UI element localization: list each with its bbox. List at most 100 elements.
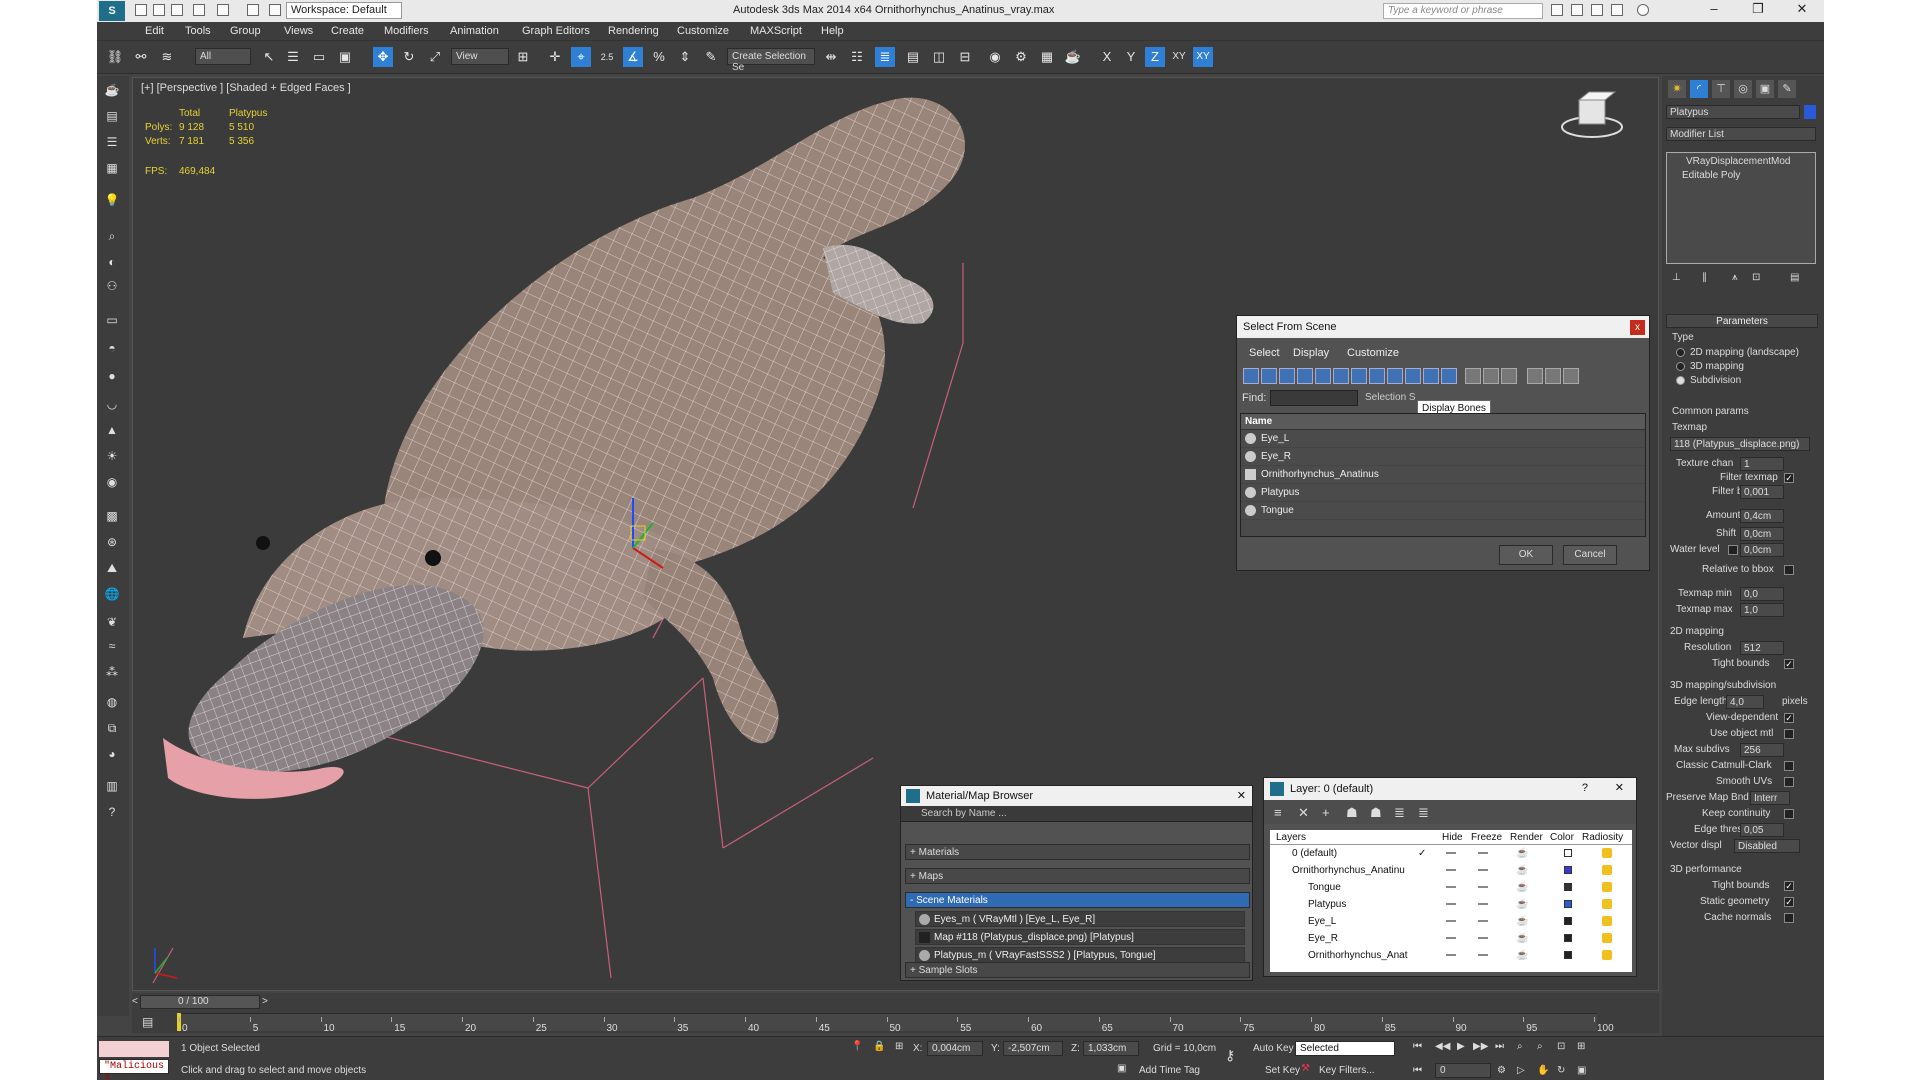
menu-customize[interactable]: Customize xyxy=(1347,347,1399,359)
spinner-snap-icon[interactable]: ⇕ xyxy=(675,47,695,67)
teapot-icon[interactable]: ☕ xyxy=(102,80,122,100)
layer-color-swatch[interactable] xyxy=(1564,917,1572,925)
go-to-end-icon[interactable]: ⏭ xyxy=(1495,1041,1504,1052)
table-row[interactable]: Ornithorhynchus_Anat ☕ xyxy=(1270,947,1632,964)
menu-display[interactable]: Display xyxy=(1293,347,1329,359)
pan-icon[interactable]: ✋ xyxy=(1537,1065,1549,1076)
display-hidden-icon[interactable] xyxy=(1441,368,1457,384)
menu-graph-editors[interactable]: Graph Editors xyxy=(522,25,590,37)
ref-coord-dropdown[interactable]: View xyxy=(451,48,509,65)
display-helpers-icon[interactable] xyxy=(1315,368,1331,384)
col-radiosity[interactable]: Radiosity xyxy=(1582,832,1623,843)
table-row[interactable]: 0 (default) ✓ ☕ xyxy=(1270,845,1632,862)
dialog-close-button[interactable]: x xyxy=(1630,320,1645,335)
radiosity-icon[interactable] xyxy=(1602,950,1612,960)
redo-icon[interactable] xyxy=(217,4,229,16)
max-subdivs-field[interactable]: 256 xyxy=(1740,743,1784,757)
object-color-swatch[interactable] xyxy=(1804,105,1816,119)
undo-icon[interactable] xyxy=(193,4,205,16)
display-cameras-icon[interactable] xyxy=(1297,368,1313,384)
hide-toggle[interactable] xyxy=(1446,937,1456,939)
material-item[interactable]: Eyes_m ( VRayMtl ) [Eye_L, Eye_R] xyxy=(915,911,1245,927)
pin-stack-icon[interactable]: ⊥ xyxy=(1672,272,1681,283)
named-selection-dropdown[interactable]: Create Selection Se xyxy=(727,48,815,73)
freeze-toggle[interactable] xyxy=(1478,920,1488,922)
angle-snap-icon[interactable]: ∡ xyxy=(623,47,643,67)
curve-editor-icon[interactable]: ◫ xyxy=(929,47,949,67)
hierarchy-tab-icon[interactable]: ⊤ xyxy=(1712,80,1730,98)
axis-xy-button[interactable]: XY xyxy=(1169,47,1189,67)
hide-toggle[interactable] xyxy=(1446,920,1456,922)
type-subdivision-radio[interactable] xyxy=(1676,376,1685,385)
layer-close-icon[interactable]: ✕ xyxy=(1615,781,1624,794)
pyramid-icon[interactable]: ⛰ xyxy=(102,558,122,578)
menu-group[interactable]: Group xyxy=(230,25,261,37)
layer-color-swatch[interactable] xyxy=(1564,934,1572,942)
key-icon[interactable]: ⚷ xyxy=(1225,1047,1235,1064)
grid-icon[interactable]: ▩ xyxy=(102,506,122,526)
axis-x-button[interactable]: X xyxy=(1097,47,1117,67)
ok-button[interactable]: OK xyxy=(1499,545,1553,565)
new-file-icon[interactable] xyxy=(135,4,147,16)
use-object-mtl-checkbox[interactable] xyxy=(1784,729,1794,739)
col-freeze[interactable]: Freeze xyxy=(1471,832,1502,843)
hide-toggle[interactable] xyxy=(1446,954,1456,956)
key-filters-button[interactable]: Key Filters... xyxy=(1319,1065,1375,1076)
table-icon[interactable]: ▦ xyxy=(102,158,122,178)
hide-toggle[interactable] xyxy=(1446,869,1456,871)
menu-help[interactable]: Help xyxy=(821,25,844,37)
help-icon[interactable] xyxy=(1637,4,1649,16)
set-key-button[interactable]: Set Key xyxy=(1265,1065,1300,1076)
layer-help-icon[interactable]: ? xyxy=(1582,782,1588,794)
sun-sphere-icon[interactable]: ◉ xyxy=(102,472,122,492)
menu-views[interactable]: Views xyxy=(284,25,313,37)
browser-close-icon[interactable]: ✕ xyxy=(1237,789,1246,802)
person-icon[interactable] xyxy=(1591,4,1603,16)
motion-tab-icon[interactable]: ◎ xyxy=(1734,80,1752,98)
binoculars-icon[interactable] xyxy=(1551,4,1563,16)
display-invert-icon[interactable] xyxy=(1501,368,1517,384)
category-scene-materials[interactable]: - Scene Materials xyxy=(905,892,1250,908)
go-to-start-icon[interactable]: ⏮ xyxy=(1413,1041,1422,1052)
display-none-icon[interactable] xyxy=(1483,368,1499,384)
render-teapot-icon[interactable]: ☕ xyxy=(1516,899,1528,910)
view-dependent-checkbox[interactable]: ✓ xyxy=(1784,713,1794,723)
axis-z-button[interactable]: Z xyxy=(1145,47,1165,67)
material-item[interactable]: Platypus_m ( VRayFastSSS2 ) [Platypus, T… xyxy=(915,947,1245,963)
texmap-max-field[interactable]: 1,0 xyxy=(1740,603,1784,617)
filter-icon[interactable] xyxy=(1527,368,1543,384)
relative-bbox-checkbox[interactable] xyxy=(1784,565,1794,575)
orbit-icon[interactable]: ↻ xyxy=(1557,1065,1565,1076)
category-maps[interactable]: + Maps xyxy=(905,868,1250,884)
stack-item-editable-poly[interactable]: Editable Poly xyxy=(1682,170,1740,181)
next-frame-icon[interactable]: ▶▶ xyxy=(1473,1041,1488,1052)
menu-maxscript[interactable]: MAXScript xyxy=(750,25,802,37)
columns-icon[interactable] xyxy=(1563,368,1579,384)
keyboard-shortcut-icon[interactable]: ⌖ xyxy=(571,47,591,67)
auto-key-mode-dropdown[interactable]: Selected xyxy=(1295,1041,1395,1056)
question-icon[interactable]: ? xyxy=(102,802,122,822)
viewport-label[interactable]: [+] [Perspective ] [Shaded + Edged Faces… xyxy=(141,82,351,94)
perf-tight-bounds-checkbox[interactable]: ✓ xyxy=(1784,881,1794,891)
select-layer-icon[interactable]: ☗ xyxy=(1346,805,1358,821)
current-frame-field[interactable]: 0 xyxy=(1435,1063,1491,1078)
display-spacewarps-icon[interactable] xyxy=(1333,368,1349,384)
pin-icon[interactable]: 📍 xyxy=(851,1041,863,1052)
keep-continuity-checkbox[interactable] xyxy=(1784,809,1794,819)
globe-icon[interactable]: 🌐 xyxy=(102,584,122,604)
preserve-map-dropdown[interactable]: Interr xyxy=(1750,791,1790,805)
texmap-min-field[interactable]: 0,0 xyxy=(1740,587,1784,601)
display-frozen-icon[interactable] xyxy=(1423,368,1439,384)
y-coord-field[interactable]: -2,507cm xyxy=(1003,1041,1063,1056)
menu-modifiers[interactable]: Modifiers xyxy=(384,25,429,37)
render-teapot-icon[interactable]: ☕ xyxy=(1516,933,1528,944)
layer-color-swatch[interactable] xyxy=(1564,866,1572,874)
category-sample-slots[interactable]: + Sample Slots xyxy=(905,962,1250,978)
browser-search-input[interactable]: Search by Name ... xyxy=(901,806,1252,822)
snap-toggle-icon[interactable]: 2.5 xyxy=(597,47,617,67)
type-3d-radio[interactable] xyxy=(1676,362,1685,371)
texture-chan-field[interactable]: 1 xyxy=(1740,457,1784,471)
cache-normals-checkbox[interactable] xyxy=(1784,913,1794,923)
close-window-button[interactable]: ✕ xyxy=(1787,1,1817,19)
mapping-icon[interactable]: ⧉ xyxy=(102,718,122,738)
